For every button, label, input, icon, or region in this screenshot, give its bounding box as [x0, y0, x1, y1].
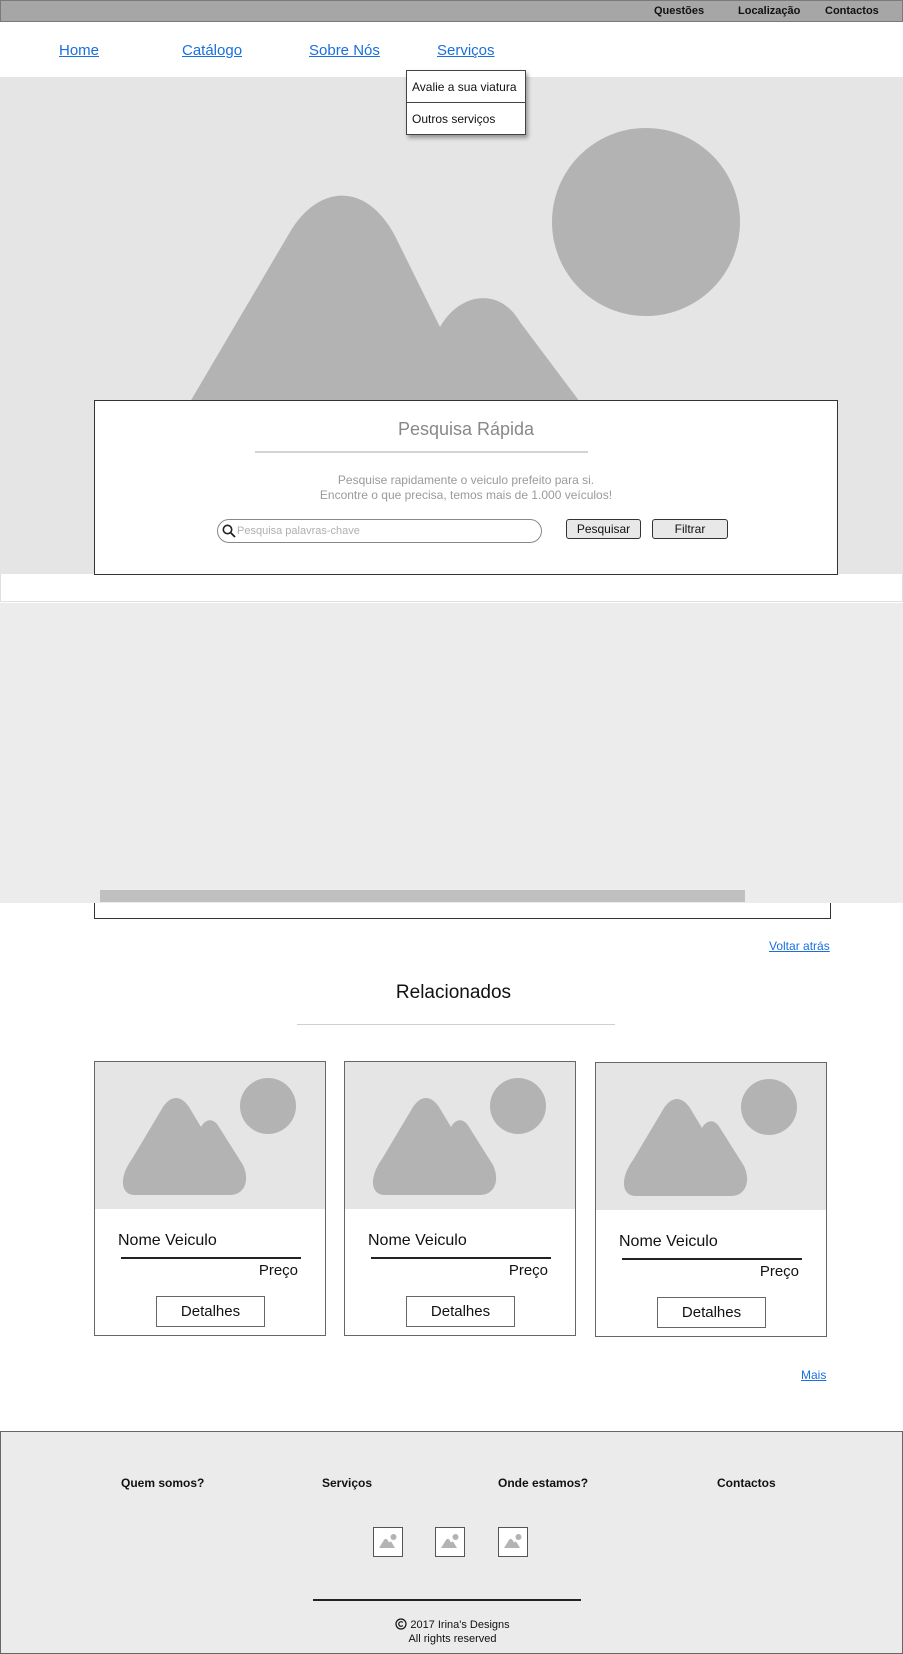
- search-input[interactable]: [237, 522, 532, 540]
- dropdown-item-other-services[interactable]: Outros serviços: [407, 103, 525, 135]
- quick-search-title: Pesquisa Rápida: [397, 419, 535, 439]
- top-utility-bar: Questões Localização Contactos: [0, 0, 903, 22]
- top-link-contacts[interactable]: Contactos: [825, 5, 879, 17]
- card-divider: [371, 1257, 551, 1259]
- related-divider: [297, 1024, 615, 1025]
- search-box[interactable]: [217, 519, 542, 543]
- services-dropdown-menu: Avalie a sua viatura Outros serviços: [406, 70, 526, 135]
- footer-contacts[interactable]: Contactos: [717, 1476, 776, 1490]
- related-title: Relacionados: [395, 982, 512, 1003]
- search-button[interactable]: Pesquisar: [566, 519, 641, 539]
- nav-services[interactable]: Serviços: [437, 42, 495, 59]
- footer-divider: [313, 1599, 581, 1601]
- image-icon: [379, 1534, 397, 1548]
- vehicle-price: Preço: [508, 1262, 548, 1279]
- search-icon: [222, 524, 236, 538]
- more-link[interactable]: Mais: [801, 1368, 826, 1382]
- footer: Quem somos? Serviços Onde estamos? Conta…: [0, 1431, 903, 1654]
- content-frame: [94, 903, 831, 919]
- content-placeholder-area: [0, 603, 903, 903]
- card-divider: [622, 1258, 802, 1260]
- vehicle-name: Nome Veiculo: [619, 1233, 718, 1250]
- footer-location[interactable]: Onde estamos?: [498, 1476, 588, 1490]
- vehicle-card: Nome Veiculo Preço Detalhes: [344, 1061, 576, 1336]
- quick-search-subtitle-2: Encontre o que precisa, temos mais de 1.…: [319, 488, 613, 502]
- image-placeholder-icon: [623, 1079, 797, 1196]
- filter-button[interactable]: Filtrar: [652, 519, 728, 539]
- social-image-icon[interactable]: [435, 1527, 465, 1557]
- quick-search-panel: Pesquisa Rápida Pesquise rapidamente o v…: [94, 400, 838, 575]
- image-placeholder-icon: [372, 1078, 546, 1195]
- details-button[interactable]: Detalhes: [156, 1296, 265, 1327]
- image-icon: [504, 1534, 522, 1548]
- vehicle-card: Nome Veiculo Preço Detalhes: [595, 1062, 827, 1337]
- copyright-line: 2017 Irina's Designs: [1, 1618, 903, 1631]
- vehicle-name: Nome Veiculo: [118, 1232, 217, 1249]
- social-image-icon[interactable]: [498, 1527, 528, 1557]
- details-button[interactable]: Detalhes: [406, 1296, 515, 1327]
- nav-catalog[interactable]: Catálogo: [182, 42, 242, 59]
- image-placeholder-icon: [122, 1078, 296, 1195]
- quick-search-subtitle-1: Pesquise rapidamente o veiculo prefeito …: [337, 473, 595, 487]
- social-image-icon[interactable]: [373, 1527, 403, 1557]
- card-divider: [121, 1257, 301, 1259]
- back-link[interactable]: Voltar atrás: [769, 939, 830, 953]
- dropdown-item-evaluate-car[interactable]: Avalie a sua viatura: [407, 71, 525, 103]
- details-button[interactable]: Detalhes: [657, 1297, 766, 1328]
- vehicle-image-placeholder: [596, 1063, 826, 1210]
- vehicle-image-placeholder: [345, 1062, 575, 1209]
- top-link-location[interactable]: Localização: [738, 5, 800, 17]
- vehicle-card: Nome Veiculo Preço Detalhes: [94, 1061, 326, 1336]
- title-divider: [255, 451, 588, 453]
- vehicle-price: Preço: [759, 1263, 799, 1280]
- vehicle-image-placeholder: [95, 1062, 325, 1209]
- copyright-icon: [395, 1618, 407, 1630]
- image-icon: [441, 1534, 459, 1548]
- horizontal-scrollbar[interactable]: [100, 890, 745, 902]
- rights-text: All rights reserved: [408, 1633, 497, 1645]
- vehicle-price: Preço: [258, 1262, 298, 1279]
- footer-about[interactable]: Quem somos?: [121, 1476, 204, 1490]
- top-link-questions[interactable]: Questões: [654, 5, 704, 17]
- vehicle-name: Nome Veiculo: [368, 1232, 467, 1249]
- footer-services[interactable]: Serviços: [322, 1476, 372, 1490]
- nav-home[interactable]: Home: [59, 42, 99, 59]
- nav-about[interactable]: Sobre Nós: [309, 42, 380, 59]
- copyright-text: 2017 Irina's Designs: [410, 1619, 510, 1631]
